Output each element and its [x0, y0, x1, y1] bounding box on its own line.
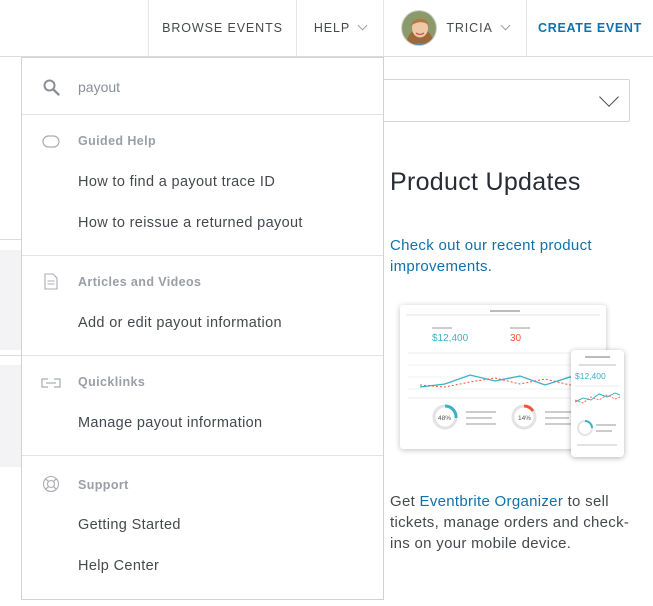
- link-icon: [40, 376, 62, 394]
- page-title: Product Updates: [390, 168, 581, 196]
- chevron-down-icon: [599, 87, 619, 107]
- browse-events-label: BROWSE EVENTS: [162, 21, 283, 35]
- svg-text:30: 30: [510, 333, 522, 344]
- result-item-getting-started[interactable]: Getting Started: [78, 517, 181, 533]
- avatar: [401, 10, 438, 46]
- chevron-down-icon: [357, 20, 368, 31]
- promo-text-before: Get: [390, 493, 416, 510]
- mobile-screenshot-image: $12,400: [571, 350, 624, 457]
- section-heading: Articles and Videos: [78, 275, 202, 289]
- create-event-label: CREATE EVENT: [537, 21, 642, 35]
- background-panel: [0, 250, 22, 350]
- result-item-trace-id[interactable]: How to find a payout trace ID: [78, 174, 275, 190]
- articles-section: Articles and Videos Add or edit payout i…: [22, 256, 383, 356]
- svg-text:$12,400: $12,400: [432, 333, 469, 344]
- document-icon: [44, 273, 58, 295]
- chevron-down-icon: [500, 20, 511, 31]
- lifebuoy-icon: [42, 475, 60, 498]
- section-heading: Support: [78, 478, 129, 492]
- create-event-button[interactable]: CREATE EVENT: [526, 0, 653, 56]
- help-label: HELP: [313, 21, 351, 35]
- user-menu-button[interactable]: TRICIA: [383, 0, 526, 56]
- background-panel: [0, 365, 22, 467]
- section-heading: Guided Help: [78, 134, 157, 148]
- result-item-help-center[interactable]: Help Center: [78, 558, 159, 574]
- search-input[interactable]: [78, 75, 358, 99]
- browse-events-link[interactable]: BROWSE EVENTS: [148, 0, 296, 56]
- divider: [0, 239, 22, 240]
- help-menu-button[interactable]: HELP: [296, 0, 383, 56]
- top-nav: BROWSE EVENTS HELP TRICIA CREATE EVENT: [0, 0, 653, 57]
- quicklinks-section: Quicklinks Manage payout information: [22, 356, 383, 456]
- search-bar: [22, 58, 383, 115]
- product-improvements-link[interactable]: Check out our recent product improvement…: [390, 235, 640, 277]
- filter-select[interactable]: s: [352, 79, 630, 122]
- eventbrite-organizer-link[interactable]: Eventbrite Organizer: [420, 493, 564, 510]
- result-item-manage-payout[interactable]: Manage payout information: [78, 415, 262, 431]
- help-search-dropdown: Guided Help How to find a payout trace I…: [21, 57, 384, 600]
- svg-text:$12,400: $12,400: [575, 371, 606, 381]
- speech-bubble-icon: [42, 135, 60, 154]
- divider: [0, 355, 22, 356]
- result-item-edit-payout-info[interactable]: Add or edit payout information: [78, 315, 282, 331]
- support-section: Support Getting Started Help Center: [22, 456, 383, 599]
- user-name-label: TRICIA: [446, 21, 493, 35]
- result-item-reissue-payout[interactable]: How to reissue a returned payout: [78, 215, 303, 231]
- guided-help-section: Guided Help How to find a payout trace I…: [22, 115, 383, 256]
- search-icon: [43, 79, 60, 101]
- promo-text: Get Eventbrite Organizer to sell tickets…: [390, 491, 640, 554]
- svg-text:48%: 48%: [438, 415, 451, 422]
- svg-text:14%: 14%: [518, 415, 531, 422]
- section-heading: Quicklinks: [78, 375, 146, 389]
